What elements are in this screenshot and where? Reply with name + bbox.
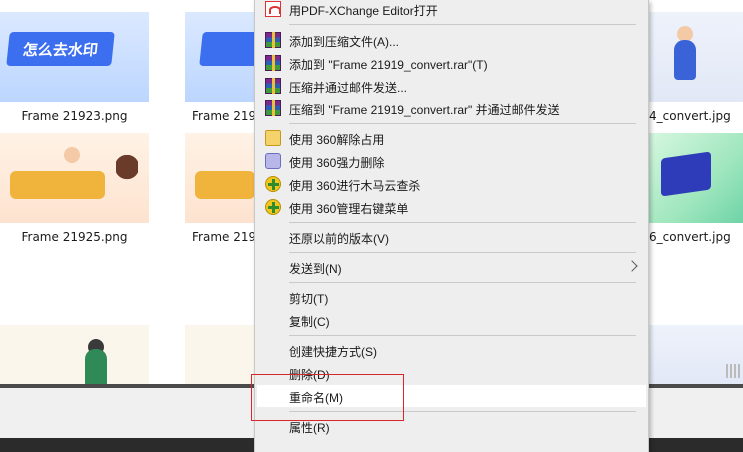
menu-item-label: 还原以前的版本(V) (289, 232, 389, 246)
file-name[interactable]: Frame 21923.png (0, 109, 149, 123)
file-name[interactable]: Frame 219 (192, 109, 256, 123)
illustration-head (64, 147, 80, 163)
winrar-icon (265, 32, 281, 48)
illustration-person (674, 40, 696, 80)
thumbnail-banner-text: 怎么去水印 (6, 32, 115, 66)
file-thumbnail[interactable] (649, 133, 743, 223)
pdf-xchange-icon (265, 1, 281, 17)
menu-separator (289, 24, 636, 25)
menu-item-compress-and-email[interactable]: 压缩并通过邮件发送... (257, 75, 646, 97)
menu-separator (289, 335, 636, 336)
menu-item-label: 属性(R) (289, 421, 330, 435)
file-name[interactable]: 6_convert.jpg (649, 230, 731, 244)
file-thumbnail[interactable]: 怎么去水印 (0, 12, 149, 102)
menu-item-360-manage-context-menu[interactable]: 使用 360管理右键菜单 (257, 196, 646, 218)
view-toggle-icon[interactable] (726, 364, 742, 378)
illustration-screen (661, 151, 711, 197)
thumbnail-banner (199, 32, 254, 66)
menu-item-label: 使用 360解除占用 (289, 133, 385, 147)
menu-item-label: 用PDF-XChange Editor打开 (289, 4, 438, 18)
menu-item-create-shortcut[interactable]: 创建快捷方式(S) (257, 339, 646, 361)
menu-item-open-with-pdf-xchange[interactable]: 用PDF-XChange Editor打开 (257, 0, 646, 20)
shred-icon (265, 153, 281, 169)
illustration-plant (116, 155, 138, 195)
menu-item-label: 发送到(N) (289, 262, 342, 276)
menu-item-label: 剪切(T) (289, 292, 329, 306)
winrar-icon (265, 55, 281, 71)
menu-item-label: 复制(C) (289, 315, 330, 329)
menu-separator (289, 222, 636, 223)
annotation-highlight-box (251, 374, 404, 421)
menu-item-label: 添加到 "Frame 21919_convert.rar"(T) (289, 58, 488, 72)
menu-item-add-to-named-rar[interactable]: 添加到 "Frame 21919_convert.rar"(T) (257, 52, 646, 74)
file-thumbnail[interactable] (649, 12, 743, 102)
menu-item-copy[interactable]: 复制(C) (257, 309, 646, 331)
winrar-icon (265, 78, 281, 94)
file-name[interactable]: Frame 21925.png (0, 230, 149, 244)
menu-item-label: 使用 360进行木马云查杀 (289, 179, 421, 193)
menu-separator (289, 282, 636, 283)
menu-item-label: 创建快捷方式(S) (289, 345, 377, 359)
illustration-sofa (195, 171, 254, 199)
file-thumbnail[interactable] (185, 325, 254, 384)
illustration-person (85, 349, 107, 384)
menu-separator (289, 252, 636, 253)
menu-item-send-to[interactable]: 发送到(N) (257, 256, 646, 278)
menu-item-add-to-archive[interactable]: 添加到压缩文件(A)... (257, 29, 646, 51)
unlock-icon (265, 130, 281, 146)
menu-item-restore-previous-versions[interactable]: 还原以前的版本(V) (257, 226, 646, 248)
360-icon (265, 176, 281, 192)
menu-item-cut[interactable]: 剪切(T) (257, 286, 646, 308)
file-name[interactable]: 4_convert.jpg (649, 109, 731, 123)
360-icon (265, 199, 281, 215)
menu-item-360-force-delete[interactable]: 使用 360强力删除 (257, 150, 646, 172)
menu-item-360-unlock[interactable]: 使用 360解除占用 (257, 127, 646, 149)
menu-item-label: 添加到压缩文件(A)... (289, 35, 399, 49)
chevron-right-icon (626, 260, 638, 272)
menu-item-360-trojan-scan[interactable]: 使用 360进行木马云查杀 (257, 173, 646, 195)
menu-item-compress-to-rar-and-email[interactable]: 压缩到 "Frame 21919_convert.rar" 并通过邮件发送 (257, 97, 646, 119)
file-thumbnail[interactable] (0, 325, 149, 384)
menu-item-label: 使用 360强力删除 (289, 156, 385, 170)
winrar-icon (265, 100, 281, 116)
menu-separator (289, 123, 636, 124)
illustration-sofa (10, 171, 105, 199)
menu-item-label: 压缩并通过邮件发送... (289, 81, 408, 95)
file-thumbnail[interactable] (0, 133, 149, 223)
file-thumbnail[interactable] (185, 12, 254, 102)
file-thumbnail[interactable] (185, 133, 254, 223)
menu-item-label: 压缩到 "Frame 21919_convert.rar" 并通过邮件发送 (289, 103, 560, 117)
menu-item-label: 使用 360管理右键菜单 (289, 202, 409, 216)
file-name[interactable]: Frame 219 (192, 230, 256, 244)
